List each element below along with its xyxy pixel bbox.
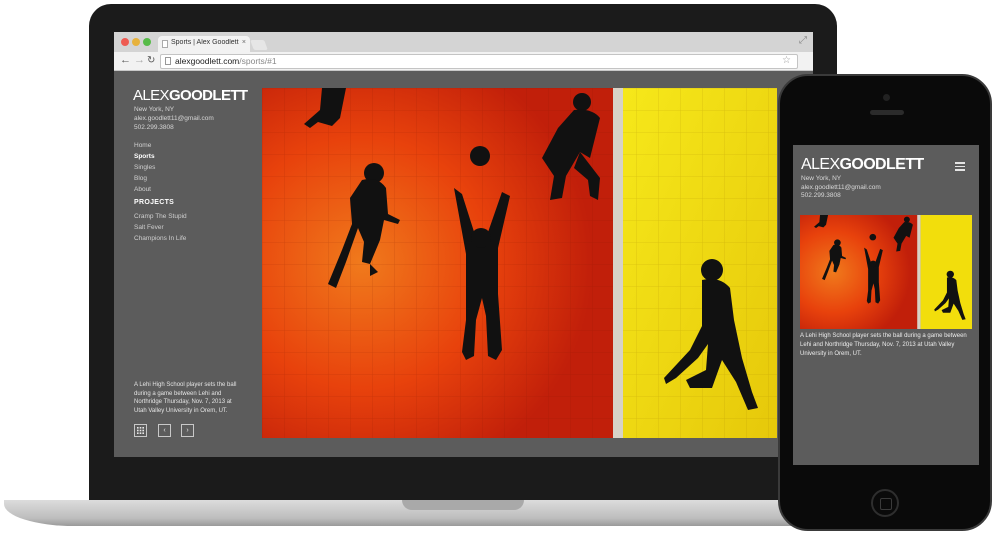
logo-last: GOODLETT [168, 87, 248, 104]
mobile-logo-first: ALEX [801, 156, 840, 173]
browser-tab[interactable]: Sports | Alex Goodlett Photo × [158, 36, 250, 52]
volleyball-photo[interactable] [262, 88, 777, 438]
mobile-photo-image [800, 215, 972, 329]
phone-screen: ALEXGOODLETT New York, NY alex.goodlett1… [793, 145, 979, 465]
url-path: /sports/#1 [239, 56, 277, 66]
browser-toolbar: ← → ↻ alexgoodlett.com/sports/#1 ☆ [114, 52, 813, 71]
mobile-logo-last: GOODLETT [839, 156, 925, 173]
next-photo-button[interactable]: › [181, 424, 194, 437]
mobile-volleyball-photo[interactable] [800, 215, 972, 329]
browser-tab-bar: Sports | Alex Goodlett Photo × ⤢ [114, 32, 813, 52]
zoom-window-button[interactable] [143, 38, 151, 46]
mobile-location: New York, NY [801, 175, 842, 182]
location-text: New York, NY [134, 106, 175, 113]
grid-view-button[interactable] [134, 424, 147, 437]
nav-item-blog[interactable]: Blog [134, 173, 155, 184]
website: ALEXGOODLETT New York, NY alex.goodlett1… [114, 71, 813, 457]
previous-photo-button[interactable]: ‹ [158, 424, 171, 437]
phone-speaker [870, 110, 904, 115]
forward-arrow-icon[interactable]: → [134, 54, 145, 66]
phone-text: 502.299.3808 [134, 124, 174, 131]
page-icon [162, 40, 168, 48]
nav-item-home[interactable]: Home [134, 140, 155, 151]
url-domain: alexgoodlett.com [175, 56, 240, 66]
new-tab-button[interactable] [250, 40, 268, 50]
address-bar[interactable]: alexgoodlett.com/sports/#1 ☆ [160, 54, 798, 69]
project-link[interactable]: Salt Fever [134, 222, 187, 233]
site-logo[interactable]: ALEXGOODLETT [133, 87, 248, 104]
mobile-phone: 502.299.3808 [801, 192, 841, 199]
mobile-contact-info: New York, NY alex.goodlett11@gmail.com 5… [801, 175, 881, 201]
fullscreen-icon[interactable]: ⤢ [799, 35, 807, 46]
laptop-screen: Sports | Alex Goodlett Photo × ⤢ ← → ↻ a… [114, 32, 813, 457]
page-icon [165, 57, 171, 65]
minimize-window-button[interactable] [132, 38, 140, 46]
mobile-site-logo[interactable]: ALEXGOODLETT [801, 156, 924, 174]
chevron-left-icon: ‹ [163, 427, 166, 434]
reload-icon[interactable]: ↻ [147, 55, 155, 66]
close-tab-icon[interactable]: × [242, 39, 246, 46]
email-link[interactable]: alex.goodlett11@gmail.com [134, 114, 214, 123]
chevron-right-icon: › [186, 427, 189, 434]
nav-item-about[interactable]: About [134, 184, 155, 195]
contact-info: New York, NY alex.goodlett11@gmail.com 5… [134, 105, 214, 132]
back-arrow-icon[interactable]: ← [120, 54, 131, 66]
close-window-button[interactable] [121, 38, 129, 46]
menu-icon[interactable] [955, 162, 965, 171]
grid-icon [137, 427, 144, 434]
project-link[interactable]: Cramp The Stupid [134, 211, 187, 222]
projects-list: Cramp The Stupid Salt Fever Champions In… [134, 211, 187, 244]
laptop-notch [402, 500, 524, 510]
phone-camera [883, 94, 890, 101]
logo-first: ALEX [133, 87, 170, 104]
nav-item-sports[interactable]: Sports [134, 151, 155, 162]
photo-caption: A Lehi High School player sets the ball … [134, 382, 237, 414]
projects-heading: PROJECTS [134, 199, 175, 206]
star-icon[interactable]: ☆ [782, 55, 791, 66]
mobile-email-link[interactable]: alex.goodlett11@gmail.com [801, 184, 881, 193]
url-text: alexgoodlett.com/sports/#1 [175, 56, 277, 66]
main-nav: Home Sports Singles Blog About [134, 140, 155, 195]
nav-item-singles[interactable]: Singles [134, 162, 155, 173]
phone-home-button[interactable] [871, 489, 899, 517]
volleyball-photo-image [262, 88, 777, 438]
tab-title: Sports | Alex Goodlett Photo [171, 39, 239, 46]
mobile-photo-caption: A Lehi High School player sets the ball … [800, 333, 967, 357]
project-link[interactable]: Champions In Life [134, 233, 187, 244]
